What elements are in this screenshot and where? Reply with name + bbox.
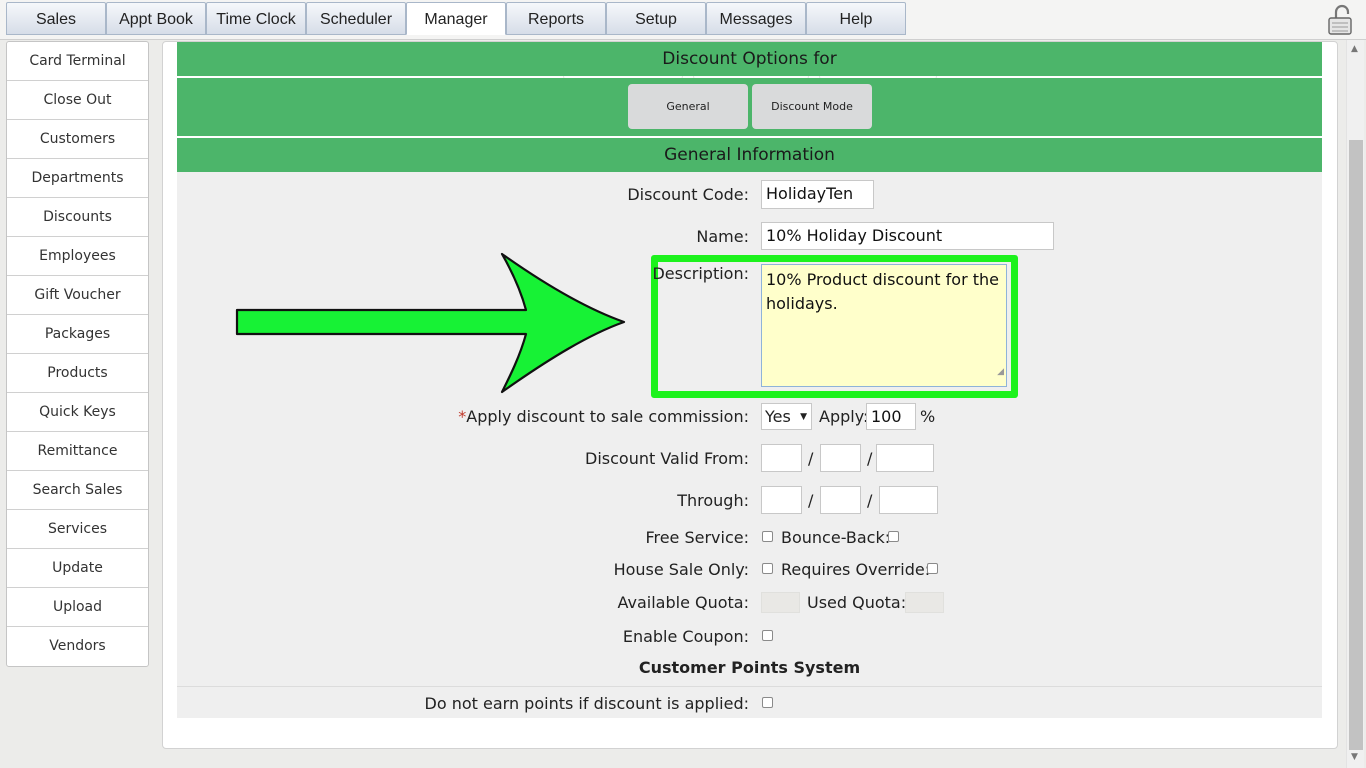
sidebar-item-search-sales[interactable]: Search Sales	[7, 471, 148, 510]
bounce-back-checkbox[interactable]	[888, 531, 899, 542]
resize-grip-icon[interactable]: ◢	[997, 360, 1004, 384]
date-separator: /	[808, 449, 814, 468]
padlock-icon[interactable]	[1326, 4, 1356, 36]
free-service-label: Free Service:	[645, 528, 749, 547]
tab-time-clock[interactable]: Time Clock	[206, 2, 306, 35]
sidebar-item-services[interactable]: Services	[7, 510, 148, 549]
enable-coupon-label: Enable Coupon:	[622, 627, 749, 646]
name-label: Name:	[696, 227, 749, 246]
house-sale-checkbox[interactable]	[762, 563, 773, 574]
available-quota-field	[761, 592, 800, 613]
tab-manager[interactable]: Manager	[406, 2, 506, 35]
dropdown-arrow-icon: ▼	[800, 412, 807, 422]
sidebar-item-quick-keys[interactable]: Quick Keys	[7, 393, 148, 432]
main-tabs: Sales Appt Book Time Clock Scheduler Man…	[6, 2, 906, 35]
tab-scheduler[interactable]: Scheduler	[306, 2, 406, 35]
description-text: 10% Product discount for the holidays.	[766, 270, 999, 313]
annotation-arrow-icon	[235, 252, 626, 394]
date-separator: /	[867, 491, 873, 510]
tab-messages[interactable]: Messages	[706, 2, 806, 35]
tab-sales[interactable]: Sales	[6, 2, 106, 35]
sidebar-item-update[interactable]: Update	[7, 549, 148, 588]
commission-label: *Apply discount to sale commission:	[458, 407, 749, 426]
sidebar-item-vendors[interactable]: Vendors	[7, 627, 148, 666]
through-label: Through:	[677, 491, 749, 510]
scroll-up-icon[interactable]: ▲	[1351, 44, 1358, 54]
no-earn-points-label: Do not earn points if discount is applie…	[424, 694, 749, 713]
date-separator: /	[808, 491, 814, 510]
used-quota-label: Used Quota:	[807, 593, 907, 612]
apply-percent-unit: %	[920, 407, 936, 426]
used-quota-field	[905, 592, 944, 613]
tab-reports[interactable]: Reports	[506, 2, 606, 35]
commission-label-text: Apply discount to sale commission:	[466, 407, 749, 426]
discount-code-label: Discount Code:	[627, 185, 749, 204]
manager-sidebar: Card Terminal Close Out Customers Depart…	[6, 41, 149, 667]
sidebar-item-remittance[interactable]: Remittance	[7, 432, 148, 471]
discount-options-buttons: General Discount Mode	[177, 78, 1322, 136]
enable-coupon-checkbox[interactable]	[762, 630, 773, 641]
sidebar-item-upload[interactable]: Upload	[7, 588, 148, 627]
discount-options-header: Discount Options for	[177, 42, 1322, 76]
top-nav-bar: Sales Appt Book Time Clock Scheduler Man…	[0, 0, 1366, 40]
through-day-input[interactable]	[820, 486, 861, 514]
valid-from-month-input[interactable]	[761, 444, 802, 472]
requires-override-checkbox[interactable]	[927, 563, 938, 574]
general-button[interactable]: General	[628, 84, 748, 129]
sidebar-item-customers[interactable]: Customers	[7, 120, 148, 159]
scroll-thumb[interactable]	[1349, 140, 1363, 750]
bounce-back-label: Bounce-Back:	[781, 528, 891, 547]
tab-setup[interactable]: Setup	[606, 2, 706, 35]
scroll-down-icon[interactable]: ▼	[1351, 752, 1358, 762]
sidebar-item-card-terminal[interactable]: Card Terminal	[7, 42, 148, 81]
sidebar-item-packages[interactable]: Packages	[7, 315, 148, 354]
section-divider	[177, 686, 1322, 687]
description-label: Description:	[652, 264, 749, 283]
commission-select-value: Yes	[765, 407, 791, 426]
tab-help[interactable]: Help	[806, 2, 906, 35]
available-quota-label: Available Quota:	[617, 593, 750, 612]
apply-label: Apply:	[819, 407, 869, 426]
free-service-checkbox[interactable]	[762, 531, 773, 542]
sidebar-item-gift-voucher[interactable]: Gift Voucher	[7, 276, 148, 315]
name-input[interactable]: 10% Holiday Discount	[761, 222, 1054, 250]
valid-from-year-input[interactable]	[876, 444, 934, 472]
valid-from-day-input[interactable]	[820, 444, 861, 472]
discount-mode-button[interactable]: Discount Mode	[752, 84, 872, 129]
sidebar-item-products[interactable]: Products	[7, 354, 148, 393]
discount-code-input[interactable]: HolidayTen	[761, 180, 874, 209]
tab-appt-book[interactable]: Appt Book	[106, 2, 206, 35]
description-textarea[interactable]: 10% Product discount for the holidays. ◢	[761, 264, 1007, 387]
sidebar-item-employees[interactable]: Employees	[7, 237, 148, 276]
sidebar-item-departments[interactable]: Departments	[7, 159, 148, 198]
through-year-input[interactable]	[879, 486, 938, 514]
requires-override-label: Requires Override:	[781, 560, 931, 579]
house-sale-label: House Sale Only:	[613, 560, 749, 579]
sidebar-item-discounts[interactable]: Discounts	[7, 198, 148, 237]
sidebar-item-close-out[interactable]: Close Out	[7, 81, 148, 120]
date-separator: /	[867, 449, 873, 468]
apply-percent-input[interactable]: 100	[866, 403, 916, 430]
general-information-header: General Information	[177, 138, 1322, 172]
through-month-input[interactable]	[761, 486, 802, 514]
no-earn-points-checkbox[interactable]	[762, 697, 773, 708]
valid-from-label: Discount Valid From:	[585, 449, 749, 468]
customer-points-title: Customer Points System	[638, 658, 861, 677]
page-scrollbar[interactable]: ▲ ▼	[1346, 40, 1364, 768]
commission-select[interactable]: Yes ▼	[761, 403, 812, 430]
